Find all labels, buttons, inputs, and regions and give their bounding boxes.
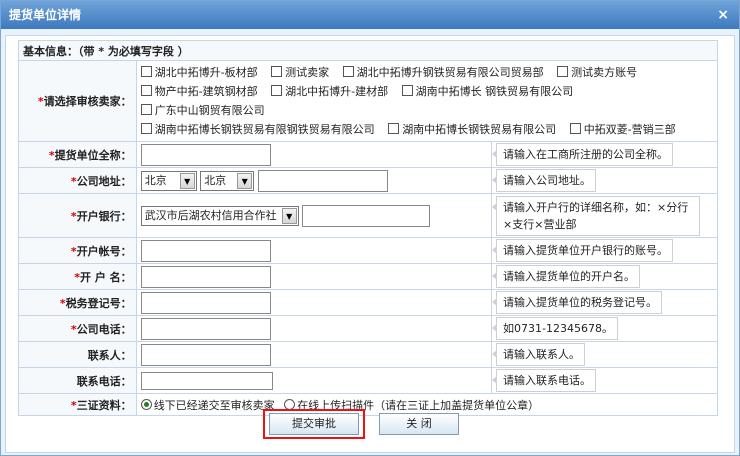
seller-option[interactable]: 湖南中拓博长钢铁贸易有限钢铁贸易有限公司 — [140, 123, 375, 136]
bank-branch-input[interactable] — [302, 204, 431, 227]
checkbox[interactable] — [140, 66, 152, 77]
contact-hint: 请输入联系人。 — [492, 343, 586, 366]
contact-phone-hint: 请输入联系电话。 — [492, 369, 597, 392]
account-name-label: *开 户 名： — [18, 263, 137, 290]
dialog-title: 提货单位详情 — [9, 8, 82, 22]
checkbox[interactable] — [271, 66, 283, 77]
seller-option[interactable]: 中拓双菱-营销三部 — [569, 123, 676, 136]
bank-label: *开户银行： — [18, 193, 137, 238]
checkbox[interactable] — [140, 104, 152, 115]
tax-no-label: *税务登记号： — [18, 289, 137, 316]
chevron-down-icon: ▼ — [281, 207, 297, 224]
checkbox[interactable] — [401, 85, 413, 96]
phone-hint: 如0731-12345678。 — [492, 317, 618, 340]
checkbox[interactable] — [271, 85, 283, 96]
detail-form: 基本信息：（带 * 为必填写字段 ） *请选择审核卖家： 湖北中拓博升-板材部 … — [18, 40, 719, 416]
contact-label: 联系人： — [18, 341, 137, 368]
company-name-label: *提货单位全称： — [18, 141, 137, 168]
section-header: 基本信息：（带 * 为必填写字段 ） — [18, 40, 718, 61]
sellers-checkbox-group: 湖北中拓博升-板材部 测试卖家 湖北中拓博升钢铁贸易有限公司贸易部 测试卖方账号… — [135, 60, 719, 142]
seller-option[interactable]: 湖北中拓博升-建材部 — [271, 85, 388, 98]
phone-input[interactable] — [140, 317, 271, 340]
contact-phone-input[interactable] — [140, 371, 273, 390]
close-icon[interactable]: × — [717, 1, 729, 29]
dialog-window: 提货单位详情 × 基本信息：（带 * 为必填写字段 ） *请选择审核卖家： 湖北… — [0, 0, 740, 456]
sellers-label: *请选择审核卖家： — [18, 60, 137, 142]
seller-option[interactable]: 测试卖家 — [271, 66, 329, 79]
seller-option[interactable]: 物产中拓-建筑钢材部 — [140, 85, 258, 98]
radio-selected[interactable] — [140, 398, 152, 410]
chevron-down-icon: ▼ — [237, 172, 253, 189]
address-label: *公司地址： — [18, 167, 137, 194]
dialog-title-bar: 提货单位详情 × — [1, 1, 739, 29]
tax-no-hint: 请输入提货单位的税务登记号。 — [492, 291, 663, 314]
account-name-input[interactable] — [140, 265, 271, 288]
contact-phone-label: 联系电话： — [18, 367, 137, 394]
tax-no-input[interactable] — [140, 291, 271, 314]
company-name-input[interactable] — [140, 143, 271, 166]
bank-select[interactable]: 武汉市后湖农村信用合作社 ▼ — [140, 205, 299, 226]
checkbox[interactable] — [140, 85, 152, 96]
chevron-down-icon: ▼ — [179, 172, 195, 189]
account-label: *开户帐号： — [18, 237, 137, 264]
close-button[interactable]: 关 闭 — [379, 413, 459, 435]
seller-option[interactable]: 湖南中拓博长 钢铁贸易有限公司 — [401, 85, 573, 98]
address-input[interactable] — [257, 169, 388, 192]
checkbox[interactable] — [342, 66, 354, 77]
checkbox[interactable] — [569, 123, 581, 134]
submit-button[interactable]: 提交审批 — [269, 413, 359, 435]
company-name-hint: 请输入在工商所注册的公司全称。 — [492, 143, 674, 166]
seller-option[interactable]: 湖北中拓博升-板材部 — [140, 66, 258, 79]
seller-option[interactable]: 湖南中拓博长钢铁贸易有限公司 — [388, 123, 556, 136]
city-select[interactable]: 北京 ▼ — [200, 170, 255, 191]
account-hint: 请输入提货单位开户银行的账号。 — [492, 239, 674, 262]
contact-input[interactable] — [140, 343, 271, 366]
dialog-body: 基本信息：（带 * 为必填写字段 ） *请选择审核卖家： 湖北中拓博升-板材部 … — [5, 35, 735, 453]
checkbox[interactable] — [388, 123, 400, 134]
seller-option[interactable]: 广东中山钢贸有限公司 — [140, 104, 265, 117]
seller-option[interactable]: 湖北中拓博升钢铁贸易有限公司贸易部 — [342, 66, 544, 79]
bank-hint: 请输入开户行的详细名称，如：×分行×支行×营业部 — [492, 195, 701, 236]
account-input[interactable] — [140, 239, 271, 262]
seller-option[interactable]: 测试卖方账号 — [557, 66, 637, 79]
phone-label: *公司电话： — [18, 315, 137, 342]
address-hint: 请输入公司地址。 — [492, 169, 597, 192]
certs-offline-option[interactable]: 线下已经递交至审核卖家 — [140, 398, 275, 412]
province-select[interactable]: 北京 ▼ — [140, 170, 197, 191]
checkbox[interactable] — [557, 66, 569, 77]
radio-unselected[interactable] — [284, 398, 296, 410]
button-row: 提交审批 关 闭 — [1, 409, 740, 443]
checkbox[interactable] — [140, 123, 152, 134]
account-name-hint: 请输入提货单位的开户名。 — [492, 265, 641, 288]
